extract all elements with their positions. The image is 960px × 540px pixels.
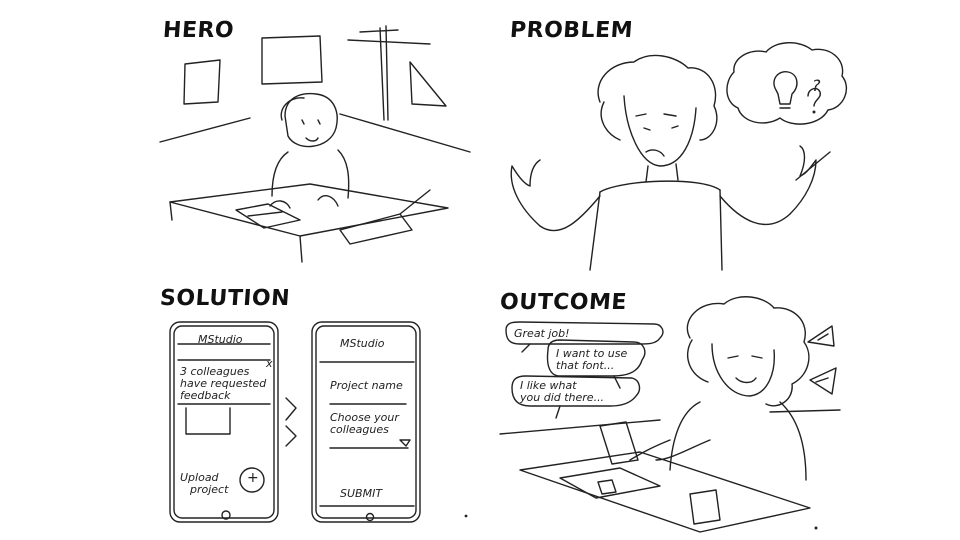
phone2-app-name: MStudio xyxy=(340,337,385,350)
phone1-close: x xyxy=(266,357,273,370)
phone1-app-name: MStudio xyxy=(198,333,243,346)
phone2-field2-line2: colleagues xyxy=(330,423,389,436)
hero-scene xyxy=(159,25,471,263)
phone1-upload-line2: project xyxy=(190,483,229,496)
solution-arrow xyxy=(285,397,297,447)
problem-scene xyxy=(510,42,847,271)
phone1-plus: + xyxy=(247,470,259,486)
bubble2-line2: that font... xyxy=(556,359,615,372)
outcome-title: OUTCOME xyxy=(499,290,628,315)
bubble3-line2: you did there... xyxy=(520,391,605,404)
phone2-field1: Project name xyxy=(330,379,403,392)
question-mark: ? xyxy=(812,76,821,95)
phone1-notification-line3: feedback xyxy=(180,389,231,402)
problem-title: PROBLEM xyxy=(509,18,634,43)
hero-title: HERO xyxy=(162,18,235,43)
solution-title: SOLUTION xyxy=(159,286,291,311)
bubble1-text: Great job! xyxy=(514,327,570,340)
phone2-submit: SUBMIT xyxy=(340,487,383,500)
lightbulb-icon xyxy=(773,71,798,105)
